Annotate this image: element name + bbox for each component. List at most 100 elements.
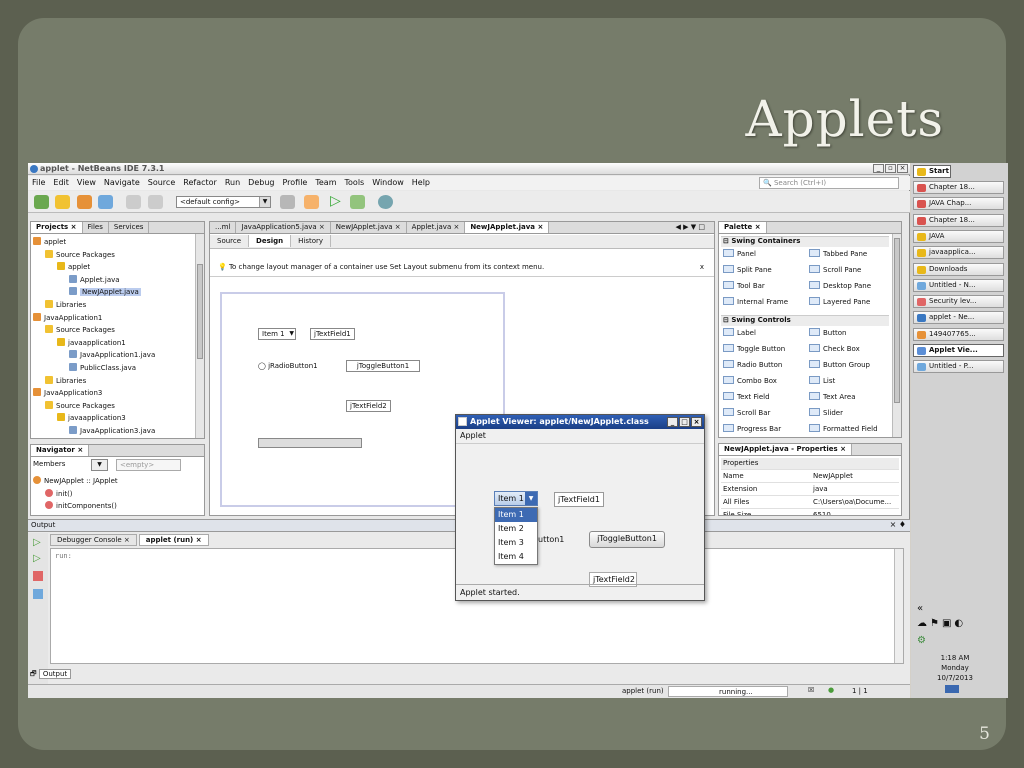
applet-minimize-button[interactable]: _ [667,417,678,427]
taskbar-item[interactable]: 149407765... [913,327,1004,341]
menu-file[interactable]: File [28,176,49,187]
menu-help[interactable]: Help [408,176,434,187]
members-filter[interactable]: <empty> [116,459,181,471]
palette-item[interactable]: Radio Button [723,360,782,369]
project-node[interactable]: applet [33,236,194,249]
applet-menu[interactable]: Applet [460,431,486,440]
file-node[interactable]: JavaApplication3.java [33,425,194,438]
output-scrollbar[interactable] [894,549,903,663]
file-node[interactable]: Applet.java [33,274,194,287]
tab-nav-arrows[interactable]: ◀ ▶ ▼ □ [671,222,710,233]
members-dropdown[interactable]: ▼ [91,459,108,471]
properties-section[interactable]: Properties [721,458,899,470]
palette-item[interactable]: Desktop Pane [809,281,871,290]
taskbar-item[interactable]: Chapter 18... [913,181,1004,194]
output-tab[interactable]: Debugger Console × [50,534,137,546]
palette-scrollbar[interactable] [892,234,901,437]
file-node[interactable]: NewJApplet.java [33,286,194,299]
palette-item[interactable]: Button [809,328,846,337]
search-input[interactable]: 🔍 Search (Ctrl+I) [759,177,899,189]
taskbar-item[interactable]: JAVA [913,229,1004,243]
menu-debug[interactable]: Debug [244,176,278,187]
taskbar-item[interactable]: Security lev... [913,295,1004,309]
editor-tab[interactable]: ...ml [210,222,237,233]
dropdown-option[interactable]: Item 2 [495,522,537,536]
cancel-task-icon[interactable]: ☒ [808,686,814,694]
applet-toggle-button[interactable]: jToggleButton1 [589,531,665,548]
mode-tab-source[interactable]: Source [210,235,250,247]
navigator-item[interactable]: initComponents() [33,500,194,513]
mode-tab-design[interactable]: Design [249,235,292,247]
folder-node[interactable]: Libraries [33,375,194,388]
menu-navigate[interactable]: Navigate [100,176,144,187]
tray-icons[interactable]: ☁⚑▣◐ [917,618,966,629]
palette-item[interactable]: Internal Frame [723,297,788,306]
properties-tab[interactable]: NewJApplet.java - Properties × [719,444,853,455]
folder-node[interactable]: Libraries [33,299,194,312]
design-textfield1[interactable]: jTextField1 [310,328,355,340]
palette-item[interactable]: Split Pane [723,265,772,274]
palette-item[interactable]: Scroll Pane [809,265,861,274]
folder-node[interactable]: javaapplication3 [33,412,194,425]
build-icon[interactable] [280,195,295,209]
debug-icon[interactable] [350,195,365,209]
property-row[interactable]: Name NewJApplet [721,471,899,483]
menu-edit[interactable]: Edit [49,176,73,187]
taskbar-item[interactable]: Untitled - N... [913,278,1004,292]
editor-tab[interactable]: NewJApplet.java × [465,222,550,233]
project-node[interactable]: JavaApplication1 [33,312,194,325]
open-project-icon[interactable] [77,195,92,209]
navigator-tab[interactable]: Navigator × [31,445,90,456]
maximize-button[interactable]: ▫ [885,164,896,173]
dropdown-option[interactable]: Item 1 [495,508,537,522]
editor-tab[interactable]: NewJApplet.java × [331,222,407,233]
property-row[interactable]: File Size 6510 [721,510,899,515]
notification-icon[interactable]: ● [828,686,834,694]
folder-node[interactable]: applet [33,261,194,274]
output-close-icon[interactable]: × ♦ [890,520,906,529]
taskbar-item[interactable]: Applet Vie... [913,344,1004,357]
menu-tools[interactable]: Tools [341,176,369,187]
design-toggle-button[interactable]: jToggleButton1 [346,360,420,372]
menu-window[interactable]: Window [368,176,408,187]
design-radio[interactable]: ◯ jRadioButton1 [258,362,318,370]
hint-close-button[interactable]: x [700,263,704,271]
expand-tray-icon[interactable]: « [917,603,923,614]
applet-combo[interactable]: Item 1 ▼ [494,491,538,506]
folder-node[interactable]: Source Packages [33,400,194,413]
minimize-button[interactable]: _ [873,164,884,173]
undo-icon[interactable] [126,195,141,209]
folder-node[interactable]: Source Packages [33,249,194,262]
applet-close-button[interactable]: × [691,417,702,427]
applet-textfield1[interactable]: jTextField1 [554,492,604,507]
palette-item[interactable]: Combo Box [723,376,777,385]
tab-projects[interactable]: Projects × [31,222,83,233]
clean-build-icon[interactable] [304,195,319,209]
project-node[interactable]: JavaApplication3 [33,387,194,400]
palette-item[interactable]: Button Group [809,360,870,369]
property-row[interactable]: All Files C:\Users\oa\Docume... [721,497,899,509]
palette-item[interactable]: Check Box [809,344,860,353]
taskbar-item[interactable]: Chapter 18... [913,213,1004,227]
file-node[interactable]: JavaApplication1.java [33,349,194,362]
tab-services[interactable]: Services [109,222,150,233]
menu-source[interactable]: Source [144,176,179,187]
palette-section[interactable]: ⊟ Swing Controls [721,315,889,326]
mode-tab-history[interactable]: History [291,235,332,247]
folder-node[interactable]: Source Packages [33,324,194,337]
run-again-icon[interactable]: ▷ [33,553,41,564]
output-bottom-tab[interactable]: Output [38,669,72,679]
rerun-icon[interactable]: ▷ [33,537,41,548]
menu-profile[interactable]: Profile [278,176,311,187]
menu-team[interactable]: Team [311,176,340,187]
palette-item[interactable]: Tool Bar [723,281,765,290]
run-icon[interactable]: ▷ [330,194,345,209]
taskbar-item[interactable]: applet - Ne... [913,311,1004,325]
palette-section[interactable]: ⊟ Swing Containers [721,236,889,247]
palette-item[interactable]: List [809,376,835,385]
palette-item[interactable]: Panel [723,249,756,258]
palette-item[interactable]: Text Field [723,392,770,401]
output-tab[interactable]: applet (run) × [138,534,209,546]
menu-refactor[interactable]: Refactor [179,176,221,187]
menu-view[interactable]: View [73,176,100,187]
